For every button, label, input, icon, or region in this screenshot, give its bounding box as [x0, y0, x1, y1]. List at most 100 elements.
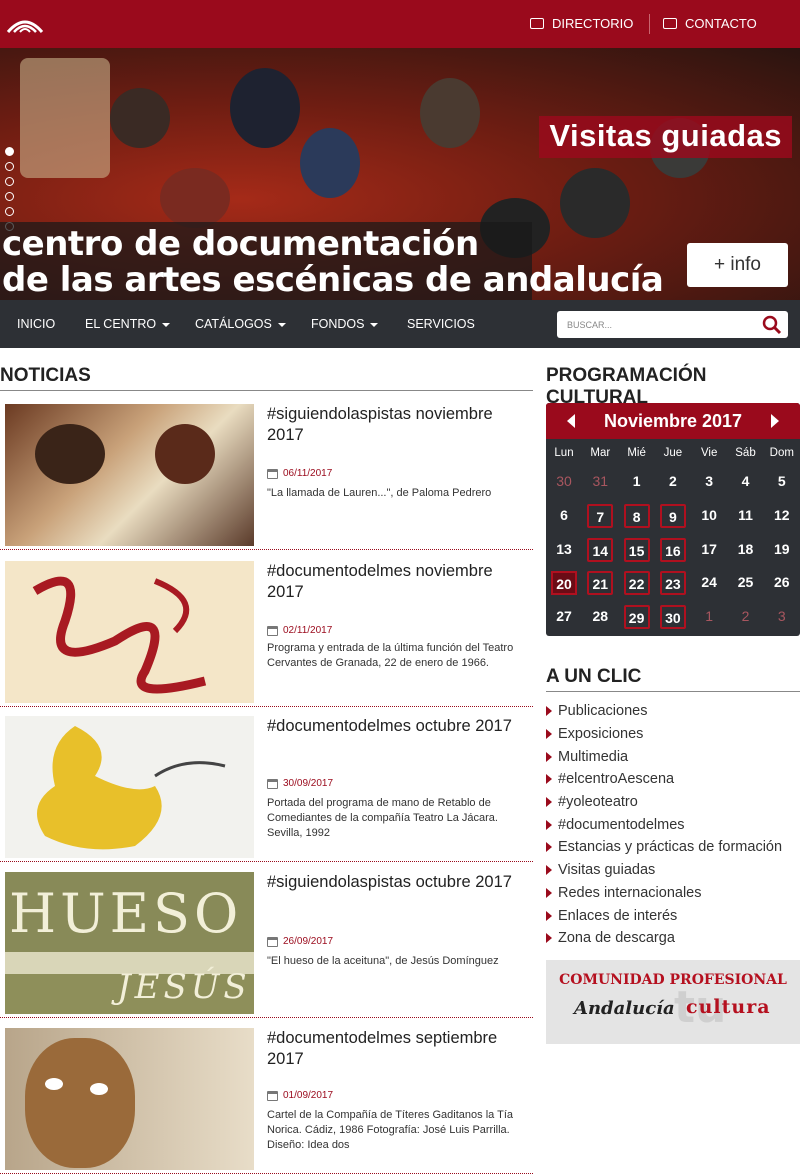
calendar-day[interactable]: 21: [587, 571, 614, 596]
directorio-link[interactable]: DIRECTORIO: [530, 16, 633, 31]
news-thumbnail[interactable]: [5, 1028, 254, 1170]
calendar-day[interactable]: 9: [659, 503, 686, 528]
slide-dot[interactable]: [5, 207, 14, 216]
nav-item-el-centro[interactable]: EL CENTRO: [85, 317, 171, 331]
news-date: 26/09/2017: [267, 936, 333, 947]
quick-link[interactable]: #elcentroAescena: [546, 768, 796, 791]
calendar-icon: [267, 625, 278, 636]
news-title[interactable]: #siguiendolaspistas noviembre 2017: [267, 404, 527, 446]
calendar-day[interactable]: 4: [733, 470, 759, 494]
calendar-day[interactable]: 22: [623, 571, 650, 596]
quick-link[interactable]: #documentodelmes: [546, 813, 796, 836]
news-thumbnail[interactable]: HUESO D JESÚS: [5, 872, 254, 1014]
calendar-day[interactable]: 5: [769, 470, 795, 494]
caret-down-icon: [277, 322, 286, 327]
triangle-right-icon: [546, 819, 552, 830]
calendar-day[interactable]: 20: [551, 571, 577, 596]
calendar-day[interactable]: 15: [623, 537, 650, 562]
calendar-month: Noviembre 2017: [603, 411, 743, 431]
calendar-day[interactable]: 31: [587, 470, 613, 494]
quick-link[interactable]: Multimedia: [546, 745, 796, 768]
thumb-text: HUESO D: [9, 882, 254, 945]
calendar-day[interactable]: 3: [769, 605, 795, 629]
next-month-icon[interactable]: [771, 414, 779, 428]
nav-label: SERVICIOS: [407, 317, 475, 331]
quick-link-label: Redes internacionales: [558, 884, 702, 901]
calendar-day[interactable]: 23: [659, 571, 686, 596]
calendar-day[interactable]: 24: [696, 571, 722, 595]
quick-link[interactable]: Enlaces de interés: [546, 904, 796, 927]
news-title[interactable]: #documentodelmes septiembre 2017: [267, 1028, 527, 1070]
calendar-day[interactable]: 30: [659, 605, 686, 630]
quick-link-label: Enlaces de interés: [558, 907, 678, 924]
triangle-right-icon: [546, 910, 552, 921]
news-title[interactable]: #documentodelmes octubre 2017: [267, 716, 527, 737]
calendar-day[interactable]: 11: [733, 504, 759, 528]
quick-link[interactable]: Visitas guiadas: [546, 859, 796, 882]
triangle-right-icon: [546, 887, 552, 898]
calendar-day[interactable]: 17: [696, 538, 722, 562]
nav-label: FONDOS: [311, 317, 365, 331]
calendar-day[interactable]: 2: [733, 605, 759, 629]
calendar-day[interactable]: 2: [660, 470, 686, 494]
calendar-day[interactable]: 28: [587, 605, 613, 629]
calendar-day[interactable]: 3: [696, 470, 722, 494]
calendar-day[interactable]: 16: [659, 537, 686, 562]
calendar-day[interactable]: 12: [769, 504, 795, 528]
triangle-right-icon: [546, 842, 552, 853]
news-date: 02/11/2017: [267, 625, 332, 636]
calendar-day[interactable]: 14: [587, 537, 614, 562]
calendar-day[interactable]: 6: [551, 504, 577, 528]
news-thumbnail[interactable]: [5, 561, 254, 703]
calendar-day[interactable]: 1: [624, 470, 650, 494]
nav-item-fondos[interactable]: FONDOS: [311, 317, 379, 331]
news-description: Programa y entrada de la última función …: [267, 642, 514, 669]
nav-item-catalogos[interactable]: CATÁLOGOS: [195, 317, 286, 331]
calendar-day[interactable]: 27: [551, 605, 577, 629]
calendar-day[interactable]: 13: [551, 538, 577, 562]
directory-icon: [530, 18, 544, 29]
calendar-day[interactable]: 1: [696, 605, 722, 629]
more-info-button[interactable]: + info: [687, 243, 788, 287]
calendar-day[interactable]: 19: [769, 538, 795, 562]
comunidad-profesional-banner[interactable]: tu COMUNIDAD PROFESIONAL Andalucía cultu…: [546, 960, 800, 1044]
calendar-day[interactable]: 7: [587, 503, 614, 528]
calendar-day[interactable]: 29: [623, 605, 650, 630]
news-item: #documentodelmes septiembre 2017 01/09/2…: [0, 1028, 533, 1174]
envelope-icon: [663, 18, 677, 29]
slide-dot[interactable]: [5, 177, 14, 186]
calendar-day[interactable]: 25: [733, 571, 759, 595]
nav-item-inicio[interactable]: INICIO: [17, 317, 55, 331]
slide-dot[interactable]: [5, 162, 14, 171]
news-title[interactable]: #siguiendolaspistas octubre 2017: [267, 872, 527, 893]
nav-item-servicios[interactable]: SERVICIOS: [407, 317, 475, 331]
quick-link[interactable]: Exposiciones: [546, 723, 796, 746]
site-title[interactable]: centro de documentación de las artes esc…: [0, 222, 664, 300]
news-item: #documentodelmes noviembre 2017 02/11/20…: [0, 561, 533, 707]
calendar-day[interactable]: 26: [769, 571, 795, 595]
quick-link[interactable]: Zona de descarga: [546, 927, 796, 950]
search-input[interactable]: [557, 311, 752, 338]
quick-link[interactable]: #yoleoteatro: [546, 791, 796, 814]
slide-dot[interactable]: [5, 192, 14, 201]
quick-link-label: #documentodelmes: [558, 816, 685, 833]
quick-link[interactable]: Estancias y prácticas de formación: [546, 836, 796, 859]
calendar-day[interactable]: 18: [733, 538, 759, 562]
news-title[interactable]: #documentodelmes noviembre 2017: [267, 561, 527, 603]
contacto-label: CONTACTO: [685, 16, 757, 31]
search-icon[interactable]: [762, 315, 782, 335]
calendar-day[interactable]: 30: [551, 470, 577, 494]
calendar-icon: [267, 468, 278, 479]
quick-link[interactable]: Redes internacionales: [546, 882, 796, 905]
news-thumbnail[interactable]: [5, 716, 254, 858]
quick-links: Publicaciones Exposiciones Multimedia #elce…: [546, 700, 796, 950]
slide-dot[interactable]: [5, 147, 14, 156]
calendar-day[interactable]: 8: [623, 503, 650, 528]
calendar-day[interactable]: 10: [696, 504, 722, 528]
news-thumbnail[interactable]: [5, 404, 254, 546]
triangle-right-icon: [546, 751, 552, 762]
contacto-link[interactable]: CONTACTO: [663, 16, 757, 31]
banner-title: COMUNIDAD PROFESIONAL: [559, 972, 787, 988]
junta-andalucia-logo[interactable]: [4, 10, 46, 38]
quick-link[interactable]: Publicaciones: [546, 700, 796, 723]
